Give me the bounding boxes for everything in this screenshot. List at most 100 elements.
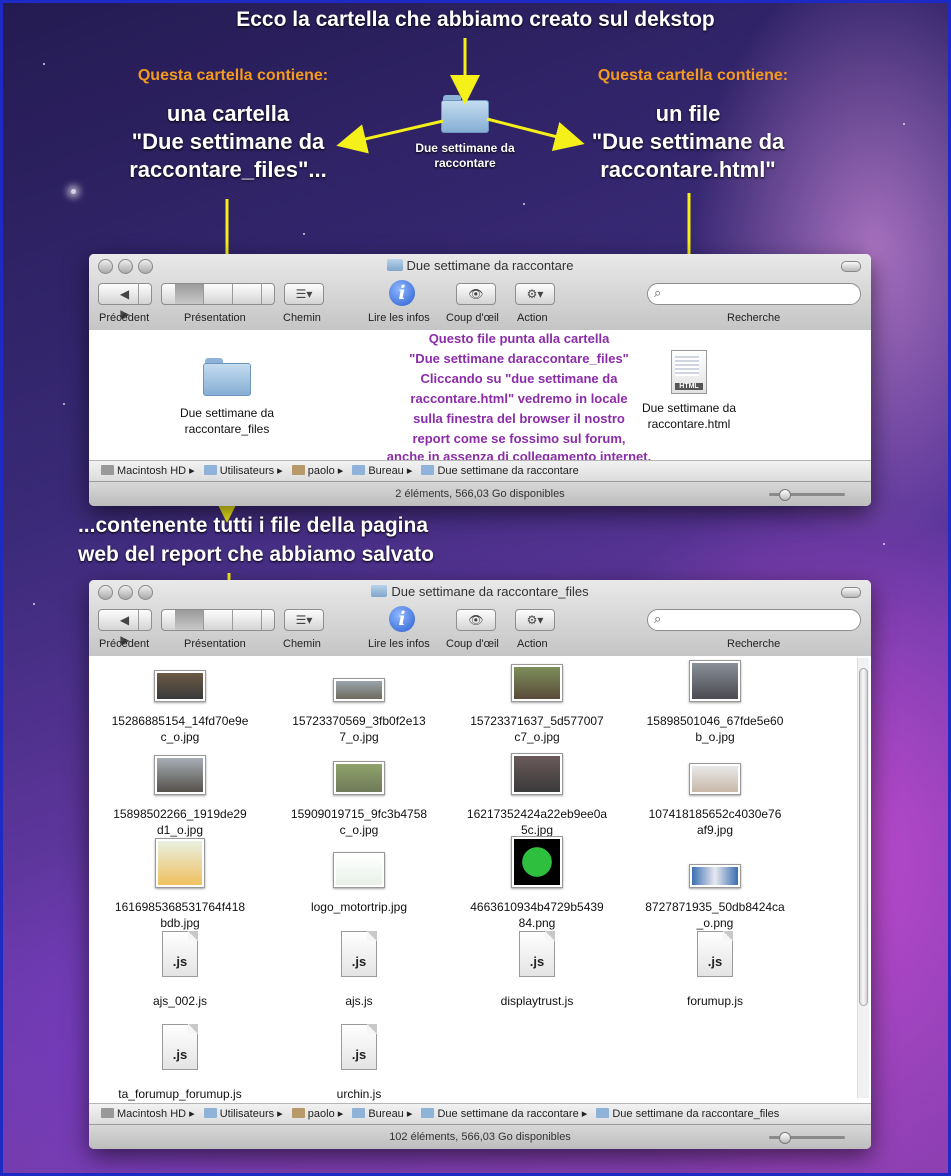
middle-caption-line1: ...contenente tutti i file della pagina — [77, 514, 429, 537]
path-item[interactable]: Macintosh HD ▸ — [101, 1104, 195, 1124]
window-toolbar: Due settimane da raccontare ◀▶ ☰▾ i 👁 ⚙▾… — [89, 254, 871, 331]
path-item[interactable]: paolo ▸ — [291, 461, 343, 481]
quicklook-button[interactable]: 👁 — [456, 283, 496, 305]
icon-size-slider[interactable] — [769, 489, 845, 501]
file-name: ta_forumup_forumup.js — [118, 1087, 242, 1101]
folder-icon — [421, 465, 435, 475]
path-item[interactable]: paolo ▸ — [291, 1104, 343, 1124]
info-label: Lire les infos — [368, 638, 430, 650]
info-label: Lire les infos — [368, 312, 430, 324]
folder-icon — [203, 1108, 217, 1118]
image-thumbnail[interactable] — [689, 864, 741, 888]
file-name: 4663610934b4729b5439 — [470, 900, 604, 914]
home-icon — [291, 1108, 305, 1118]
icon-view-icon[interactable] — [174, 610, 204, 630]
js-file-icon[interactable]: .js — [341, 931, 377, 977]
path-item[interactable]: Due settimane da raccontare — [421, 461, 579, 481]
purple-line: raccontare.html" vedremo in locale — [410, 391, 628, 406]
get-info-icon[interactable]: i — [389, 280, 415, 306]
js-file-icon[interactable]: .js — [697, 931, 733, 977]
column-view-icon[interactable] — [233, 284, 262, 304]
action-button[interactable]: ⚙▾ — [515, 609, 555, 631]
file-name: ajs.js — [345, 994, 373, 1008]
screenshot-frame: Ecco la cartella che abbiamo creato sul … — [0, 0, 951, 1176]
search-icon: ⌕ — [654, 285, 662, 300]
search-input[interactable]: ⌕ — [647, 283, 861, 305]
finder-window-1: Due settimane da raccontare ◀▶ ☰▾ i 👁 ⚙▾… — [89, 254, 871, 506]
image-thumbnail[interactable] — [689, 763, 741, 795]
image-thumbnail[interactable] — [689, 660, 741, 702]
search-input[interactable]: ⌕ — [647, 609, 861, 631]
search-icon: ⌕ — [654, 611, 662, 626]
quicklook-button[interactable]: 👁 — [456, 609, 496, 631]
path-item[interactable]: Macintosh HD ▸ — [101, 461, 195, 481]
file-name: d1_o.jpg — [156, 823, 204, 837]
path-item[interactable]: Bureau ▸ — [352, 461, 412, 481]
image-thumbnail[interactable] — [333, 678, 385, 702]
path-item[interactable]: Utilisateurs ▸ — [203, 1104, 283, 1124]
folder-icon — [596, 1108, 610, 1118]
view-mode-buttons[interactable] — [161, 609, 275, 631]
path-item[interactable]: Utilisateurs ▸ — [203, 461, 283, 481]
files-folder-icon[interactable] — [203, 358, 251, 396]
back-forward-buttons[interactable]: ◀▶ — [98, 609, 152, 647]
js-file-icon[interactable]: .js — [162, 931, 198, 977]
right-desc-line1: un file — [655, 101, 721, 126]
icon-size-slider[interactable] — [769, 1132, 845, 1144]
action-button[interactable]: ⚙▾ — [515, 283, 555, 305]
quicklook-label: Coup d'œil — [446, 312, 499, 324]
status-bar: 2 éléments, 566,03 Go disponibles — [89, 481, 871, 506]
image-thumbnail[interactable] — [154, 670, 206, 702]
path-button[interactable]: ☰▾ — [284, 283, 324, 305]
file-name: 7_o.jpg — [339, 730, 379, 744]
js-file-icon[interactable]: .js — [341, 1024, 377, 1070]
image-thumbnail[interactable] — [511, 753, 563, 795]
back-label: Précédent — [99, 312, 150, 324]
file-name: 16217352424a22eb9ee0a — [466, 807, 608, 821]
js-file-icon[interactable]: .js — [519, 931, 555, 977]
icon-view-icon[interactable] — [174, 284, 204, 304]
image-thumbnail[interactable] — [333, 852, 385, 888]
status-text: 102 éléments, 566,03 Go disponibles — [389, 1131, 571, 1143]
search-label: Recherche — [727, 312, 781, 324]
js-file-icon[interactable]: .js — [162, 1024, 198, 1070]
path-item[interactable]: Due settimane da raccontare ▸ — [421, 1104, 587, 1124]
window-content: Due settimane da raccontare_files HTML D… — [89, 330, 871, 464]
column-view-icon[interactable] — [233, 610, 262, 630]
view-label: Présentation — [184, 312, 246, 324]
scrollbar[interactable] — [857, 658, 869, 1098]
hard-disk-icon — [101, 1108, 114, 1118]
view-mode-buttons[interactable] — [161, 283, 275, 305]
image-thumbnail[interactable] — [511, 664, 563, 702]
left-contains-label: Questa cartella contiene: — [137, 67, 329, 84]
window-toolbar: Due settimane da raccontare_files ◀▶ ☰▾ … — [89, 580, 871, 657]
file-name: c_o.jpg — [160, 730, 200, 744]
file-name: logo_motortrip.jpg — [310, 900, 408, 914]
file-name: urchin.js — [336, 1087, 382, 1101]
list-view-icon[interactable] — [204, 610, 233, 630]
folder-icon — [421, 1108, 435, 1118]
image-thumbnail[interactable] — [155, 838, 205, 888]
star — [63, 403, 65, 405]
back-forward-buttons[interactable]: ◀▶ — [98, 283, 152, 321]
file-name: 1616985368531764f418 — [114, 900, 246, 914]
image-thumbnail[interactable] — [154, 755, 206, 795]
path-button[interactable]: ☰▾ — [284, 609, 324, 631]
left-desc-line2: "Due settimane da — [131, 129, 325, 154]
left-desc-line1: una cartella — [166, 101, 290, 126]
path-label: Chemin — [283, 312, 321, 324]
desktop-folder-icon[interactable] — [441, 95, 489, 133]
path-bar: Macintosh HD ▸ Utilisateurs ▸ paolo ▸ Bu… — [89, 1103, 871, 1124]
list-view-icon[interactable] — [204, 284, 233, 304]
file-name: 8727871935_50db8424ca — [645, 900, 785, 914]
action-label: Action — [517, 638, 548, 650]
action-label: Action — [517, 312, 548, 324]
right-desc-line2: "Due settimane da — [591, 129, 785, 154]
path-item[interactable]: Due settimane da raccontare_files — [596, 1104, 779, 1124]
image-thumbnail[interactable] — [333, 761, 385, 795]
path-item[interactable]: Bureau ▸ — [352, 1104, 412, 1124]
file-name: 15723370569_3fb0f2e13 — [292, 714, 426, 728]
image-thumbnail[interactable] — [511, 836, 563, 888]
get-info-icon[interactable]: i — [389, 606, 415, 632]
folder-icon — [371, 585, 388, 597]
